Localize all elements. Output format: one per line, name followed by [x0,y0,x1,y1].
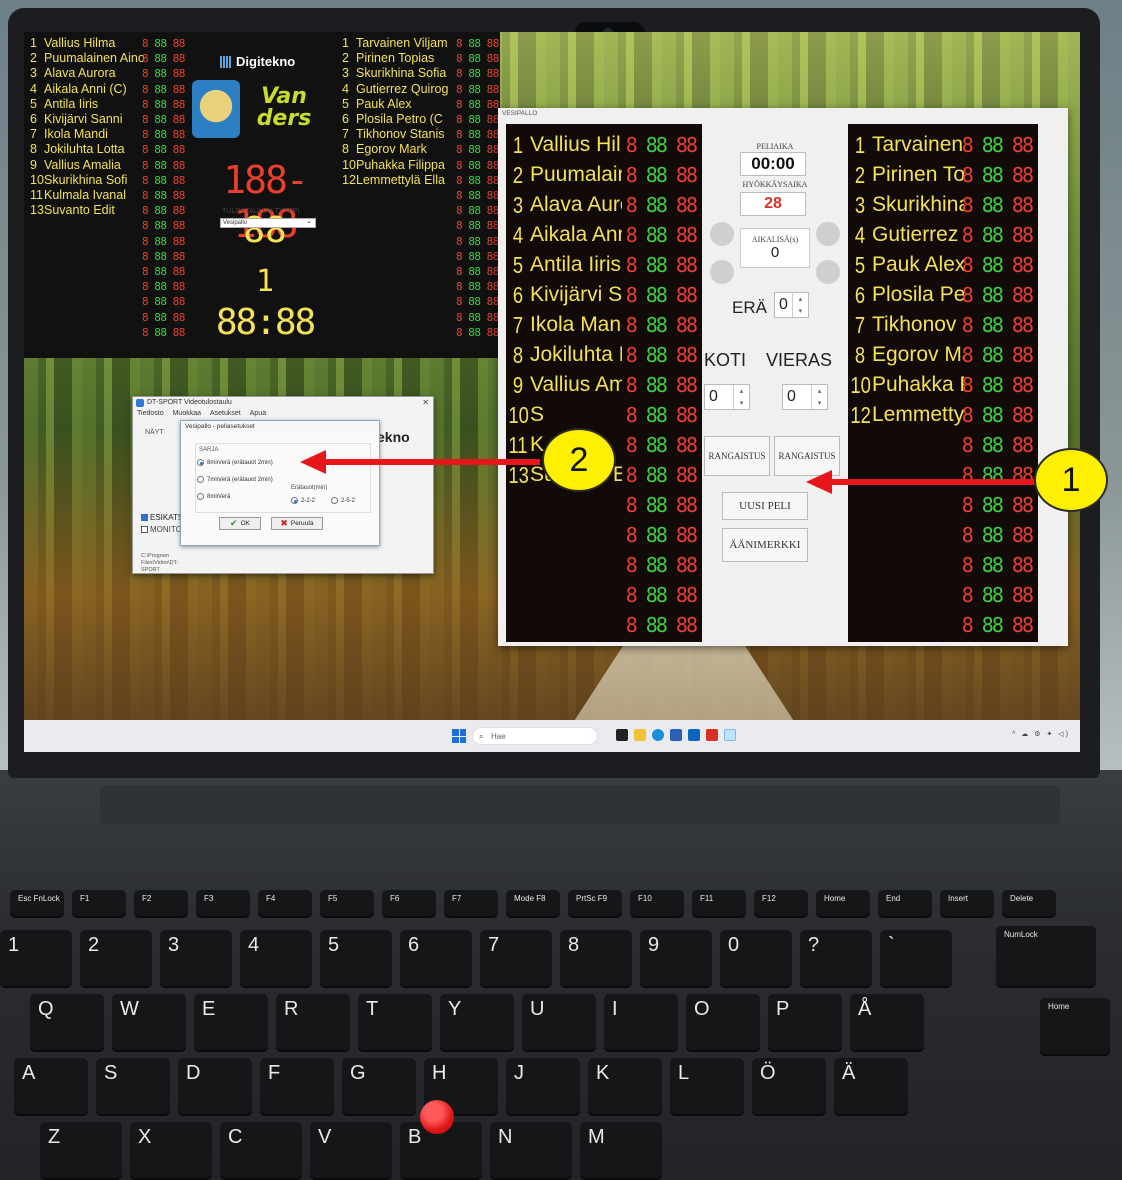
key[interactable]: N [490,1122,572,1178]
key[interactable]: 9 [640,930,712,986]
key[interactable]: 8 [560,930,632,986]
key[interactable]: R [276,994,350,1050]
key[interactable]: F7 [444,890,498,916]
key[interactable]: 6 [400,930,472,986]
key[interactable]: F5 [320,890,374,916]
key[interactable]: M [580,1122,662,1178]
key[interactable]: V [310,1122,392,1178]
key[interactable]: F [260,1058,334,1114]
key[interactable]: PrtSc F9 [568,890,622,916]
key[interactable]: 2 [80,930,152,986]
key[interactable]: F3 [196,890,250,916]
key[interactable]: 5 [320,930,392,986]
key[interactable]: F11 [692,890,746,916]
key[interactable]: I [604,994,678,1050]
key[interactable]: P [768,994,842,1050]
key[interactable]: O [686,994,760,1050]
key[interactable]: T [358,994,432,1050]
key[interactable]: L [670,1058,744,1114]
key[interactable]: D [178,1058,252,1114]
key[interactable]: Q [30,994,104,1050]
key[interactable]: ? [800,930,872,986]
key[interactable]: Mode F8 [506,890,560,916]
key[interactable]: K [588,1058,662,1114]
key[interactable]: Home [1040,998,1110,1054]
laptop-hinge [100,785,1060,825]
key[interactable]: C [220,1122,302,1178]
key[interactable]: 7 [480,930,552,986]
key[interactable]: Ä [834,1058,908,1114]
key[interactable]: X [130,1122,212,1178]
key[interactable]: Ö [752,1058,826,1114]
key[interactable]: NumLock [996,926,1096,986]
key[interactable]: 1 [0,930,72,986]
key[interactable]: F6 [382,890,436,916]
key[interactable]: Z [40,1122,122,1178]
trackpoint[interactable] [420,1100,454,1134]
key[interactable]: F12 [754,890,808,916]
key[interactable]: A [14,1058,88,1114]
key[interactable]: Home [816,890,870,916]
key[interactable]: G [342,1058,416,1114]
callout-badge-1: 1 [1034,448,1108,512]
key[interactable]: E [194,994,268,1050]
key[interactable]: Å [850,994,924,1050]
key[interactable]: F10 [630,890,684,916]
key[interactable]: Insert [940,890,994,916]
key[interactable]: End [878,890,932,916]
key[interactable]: ` [880,930,952,986]
key[interactable]: 3 [160,930,232,986]
laptop-keyboard: Esc FnLock F1 F2 F3 F4 F5 F6 F7 Mode F8 PrtSc F9 F… [0,870,1122,1180]
key[interactable]: Delete [1002,890,1056,916]
key[interactable]: 0 [720,930,792,986]
key[interactable]: U [522,994,596,1050]
key[interactable]: F4 [258,890,312,916]
callout-badge-2: 2 [542,428,616,492]
arrow-1-head [806,470,832,494]
key[interactable]: J [506,1058,580,1114]
key[interactable]: W [112,994,186,1050]
key[interactable]: Esc FnLock [10,890,64,916]
key[interactable]: F1 [72,890,126,916]
arrow-2-head [300,450,326,474]
key[interactable]: S [96,1058,170,1114]
key[interactable]: 4 [240,930,312,986]
callout-arrows [300,450,1036,494]
key[interactable]: F2 [134,890,188,916]
key[interactable]: Y [440,994,514,1050]
